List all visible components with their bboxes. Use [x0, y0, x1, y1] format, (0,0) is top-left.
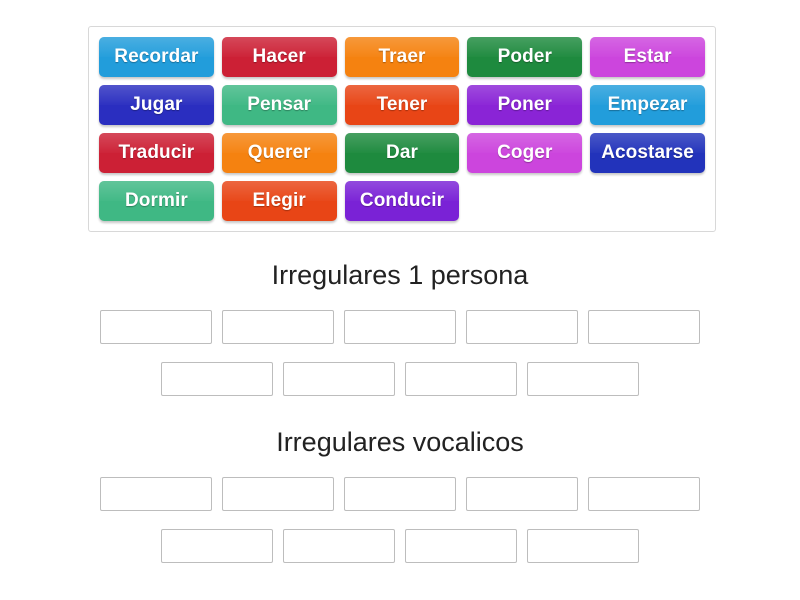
group-2-drop-row-1 — [0, 477, 800, 511]
activity-stage: Recordar Hacer Traer Poder Estar Jugar P… — [0, 0, 800, 600]
drop-zone[interactable] — [344, 477, 456, 511]
word-tile-label: Traducir — [118, 142, 195, 163]
word-tile-label: Querer — [247, 142, 311, 163]
word-tile-label: Elegir — [252, 190, 306, 211]
word-tile-label: Hacer — [252, 46, 306, 67]
word-tile-dormir[interactable]: Dormir — [99, 181, 214, 221]
word-tile-poner[interactable]: Poner — [467, 85, 583, 125]
word-tile-dar[interactable]: Dar — [344, 133, 460, 173]
drop-zone[interactable] — [405, 362, 517, 396]
drop-zone[interactable] — [588, 477, 700, 511]
word-tile-label: Pensar — [247, 94, 312, 115]
group-title-irregulares-vocalicos: Irregulares vocalicos — [276, 427, 524, 457]
group-1-drop-row-2 — [0, 362, 800, 396]
drop-zone[interactable] — [405, 529, 517, 563]
word-tile-label: Traer — [378, 46, 426, 67]
drop-zone[interactable] — [466, 477, 578, 511]
drop-zone[interactable] — [222, 477, 334, 511]
group-2-drop-row-2 — [0, 529, 800, 563]
word-tile-label: Poder — [497, 46, 552, 67]
tile-row: Traducir Querer Dar Coger Acostarse — [95, 129, 709, 177]
drop-zone[interactable] — [588, 310, 700, 344]
drop-zone[interactable] — [527, 529, 639, 563]
tile-row: Jugar Pensar Tener Poner Empezar — [95, 81, 709, 129]
word-tile-empezar[interactable]: Empezar — [590, 85, 705, 125]
tile-slot-empty — [467, 181, 582, 221]
group-1-drop-row-1 — [0, 310, 800, 344]
word-tile-label: Dar — [386, 142, 418, 163]
word-tile-jugar[interactable]: Jugar — [99, 85, 214, 125]
word-tile-label: Tener — [376, 94, 428, 115]
word-tile-traer[interactable]: Traer — [344, 37, 460, 77]
drop-zone[interactable] — [161, 529, 273, 563]
tile-row: Recordar Hacer Traer Poder Estar — [95, 33, 709, 81]
word-tile-hacer[interactable]: Hacer — [221, 37, 337, 77]
drop-zone[interactable] — [344, 310, 456, 344]
word-tile-acostarse[interactable]: Acostarse — [590, 133, 705, 173]
drop-zone[interactable] — [222, 310, 334, 344]
word-tile-recordar[interactable]: Recordar — [99, 37, 214, 77]
group-title-irregulares-1-persona: Irregulares 1 persona — [271, 260, 529, 290]
word-tile-querer[interactable]: Querer — [221, 133, 337, 173]
tile-row: Dormir Elegir Conducir — [95, 177, 709, 225]
word-tile-estar[interactable]: Estar — [590, 37, 705, 77]
word-tile-tener[interactable]: Tener — [344, 85, 460, 125]
word-tile-label: Poner — [497, 94, 552, 115]
tile-slot-empty — [590, 181, 705, 221]
drop-zone[interactable] — [283, 362, 395, 396]
word-tile-traducir[interactable]: Traducir — [99, 133, 214, 173]
word-tile-label: Conducir — [359, 190, 445, 211]
word-tile-pool: Recordar Hacer Traer Poder Estar Jugar P… — [88, 26, 716, 232]
word-tile-coger[interactable]: Coger — [467, 133, 583, 173]
word-tile-poder[interactable]: Poder — [467, 37, 583, 77]
drop-zone[interactable] — [466, 310, 578, 344]
drop-zone[interactable] — [283, 529, 395, 563]
word-tile-conducir[interactable]: Conducir — [344, 181, 460, 221]
drop-zone[interactable] — [161, 362, 273, 396]
word-tile-label: Dormir — [124, 190, 188, 211]
word-tile-label: Estar — [623, 46, 672, 67]
word-tile-label: Recordar — [114, 46, 199, 67]
drop-zone[interactable] — [100, 310, 212, 344]
word-tile-label: Jugar — [130, 94, 183, 115]
word-tile-pensar[interactable]: Pensar — [221, 85, 337, 125]
word-tile-label: Coger — [497, 142, 553, 163]
word-tile-elegir[interactable]: Elegir — [221, 181, 337, 221]
drop-zone[interactable] — [527, 362, 639, 396]
word-tile-label: Acostarse — [601, 142, 694, 163]
word-tile-label: Empezar — [607, 94, 688, 115]
drop-zone[interactable] — [100, 477, 212, 511]
